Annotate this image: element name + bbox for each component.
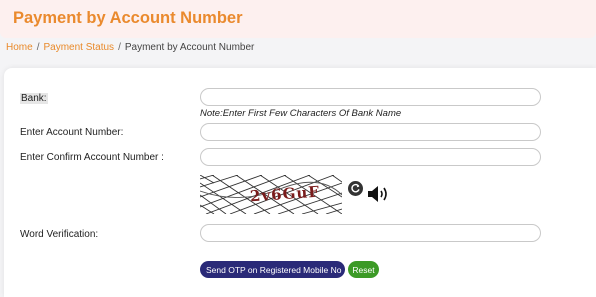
breadcrumb: Home / Payment Status / Payment by Account N… xyxy=(6,42,254,53)
breadcrumb-home-link[interactable]: Home xyxy=(6,42,33,53)
word-verification-input[interactable] xyxy=(200,224,541,242)
page-title: Payment by Account Number xyxy=(13,9,243,27)
title-bar: Payment by Account Number xyxy=(0,0,596,38)
send-otp-button[interactable]: Send OTP on Registered Mobile No xyxy=(200,261,345,278)
bank-label: Bank: xyxy=(20,93,48,104)
word-verification-label: Word Verification: xyxy=(20,229,99,240)
account-number-input[interactable] xyxy=(200,123,541,141)
captcha-image: 2v6GuF xyxy=(199,174,343,215)
breadcrumb-separator: / xyxy=(118,42,121,53)
reset-button[interactable]: Reset xyxy=(348,261,379,278)
breadcrumb-separator: / xyxy=(36,42,40,53)
refresh-icon[interactable] xyxy=(348,181,363,196)
bank-note: Note:Enter First Few Characters Of Bank … xyxy=(200,108,402,119)
breadcrumb-payment-status-link[interactable]: Payment Status xyxy=(43,42,114,53)
confirm-account-number-input[interactable] xyxy=(200,148,541,166)
confirm-account-number-label: Enter Confirm Account Number : xyxy=(20,152,164,163)
payment-page: Payment by Account Number Home / Payment S… xyxy=(0,0,596,297)
account-number-label: Enter Account Number: xyxy=(20,127,124,138)
breadcrumb-current: Payment by Account Number xyxy=(124,42,255,53)
bank-input[interactable] xyxy=(200,88,541,106)
speaker-icon[interactable] xyxy=(366,183,390,205)
